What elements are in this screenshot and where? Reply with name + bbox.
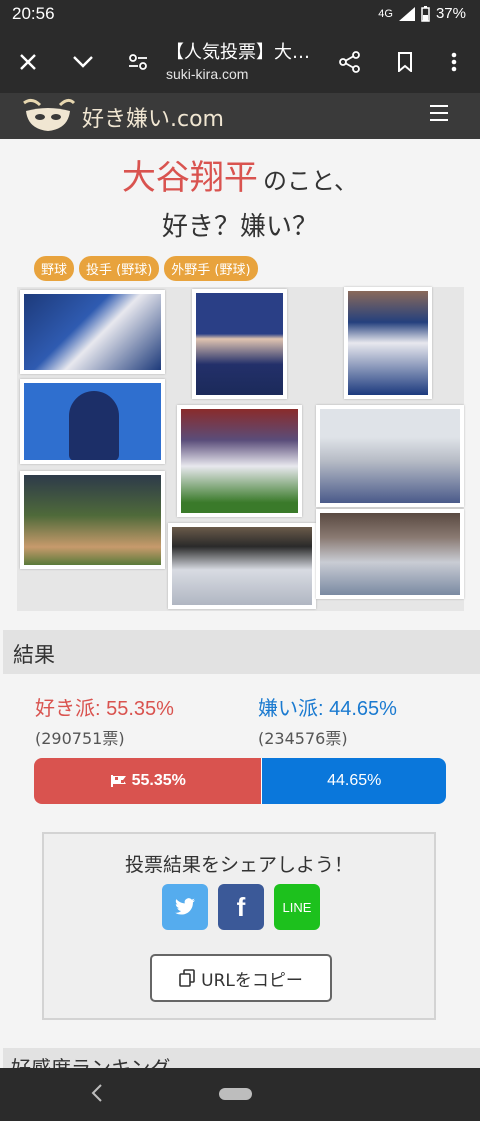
signal-icon <box>398 6 415 21</box>
like-bar: 55.35% <box>34 758 262 804</box>
network-label: 4G <box>378 7 393 20</box>
subject-suffix: のこと、 <box>263 167 359 195</box>
facebook-icon: f <box>236 891 246 922</box>
copy-url-button[interactable]: URLをコピー <box>150 954 332 1002</box>
close-icon[interactable] <box>12 46 44 78</box>
flag-icon <box>110 775 126 787</box>
dislike-bar-text: 44.65% <box>327 772 382 789</box>
headline: 大谷翔平 のこと、 <box>0 150 480 199</box>
like-votes: (290751票) <box>35 729 125 748</box>
gallery-photo[interactable] <box>316 405 464 507</box>
subject-name: 大谷翔平 <box>121 158 258 198</box>
gallery-photo[interactable] <box>192 289 287 399</box>
status-bar: 20:56 4G 37% <box>0 0 480 30</box>
mask-logo-icon[interactable] <box>18 97 78 135</box>
copy-url-label: URLをコピー <box>201 970 303 991</box>
share-icon[interactable] <box>334 46 366 78</box>
hamburger-menu-icon[interactable] <box>428 102 450 124</box>
battery-icon <box>421 5 430 22</box>
share-title: 投票結果をシェアしよう！ <box>124 854 353 876</box>
results-heading: 結果 <box>13 643 55 667</box>
status-time: 20:56 <box>12 4 55 23</box>
like-dislike-question: 好き？嫌い？ <box>161 212 318 242</box>
ranking-heading: 好感度ランキング <box>11 1056 171 1068</box>
tag-list: 野球 投手 (野球) 外野手 (野球) <box>34 256 258 281</box>
twitter-icon <box>175 898 195 915</box>
site-logo-text[interactable]: 好き嫌い.com <box>82 101 224 133</box>
page-url[interactable]: suki-kira.com <box>166 66 248 82</box>
page-title[interactable]: 【人気投票】大… <box>166 38 326 64</box>
gallery-photo[interactable] <box>316 509 464 599</box>
site-settings-icon[interactable] <box>122 46 154 78</box>
ranking-heading-bar: 好感度ランキング <box>3 1048 480 1068</box>
system-nav-bar <box>0 1068 480 1121</box>
line-share-button[interactable]: LINE <box>274 884 320 930</box>
copy-icon <box>179 969 195 987</box>
dislike-percentage: 嫌い派: 44.65% <box>258 698 397 720</box>
status-icons: 4G 37% <box>378 5 466 22</box>
results-heading-bar: 結果 <box>3 630 480 674</box>
browser-toolbar: 【人気投票】大… suki-kira.com <box>0 30 480 93</box>
back-icon[interactable] <box>90 1082 104 1104</box>
home-pill[interactable] <box>219 1088 252 1100</box>
gallery-photo[interactable] <box>168 523 316 609</box>
tag-pitcher[interactable]: 投手 (野球) <box>79 256 160 281</box>
gallery-photo[interactable] <box>20 379 165 464</box>
tag-outfielder[interactable]: 外野手 (野球) <box>164 256 258 281</box>
line-label: LINE <box>282 899 312 915</box>
share-box: 投票結果をシェアしよう！ f LINE URLをコピー <box>42 832 436 1020</box>
facebook-share-button[interactable]: f <box>218 884 264 930</box>
gallery-photo[interactable] <box>20 471 165 569</box>
gallery-photo[interactable] <box>344 287 432 399</box>
tag-baseball[interactable]: 野球 <box>34 256 75 281</box>
chevron-down-icon[interactable] <box>67 46 99 78</box>
bookmark-icon[interactable] <box>389 46 421 78</box>
vote-progress-bar: 55.35% 44.65% <box>34 758 446 804</box>
gallery-photo[interactable] <box>177 405 302 517</box>
twitter-share-button[interactable] <box>162 884 208 930</box>
dislike-votes: (234576票) <box>258 729 348 748</box>
dislike-bar: 44.65% <box>261 758 446 804</box>
like-bar-text: 55.35% <box>131 772 186 789</box>
site-header: 好き嫌い.com <box>0 93 480 139</box>
like-percentage: 好き派: 55.35% <box>35 698 174 720</box>
more-options-icon[interactable] <box>438 46 470 78</box>
photo-gallery <box>17 287 464 611</box>
gallery-photo[interactable] <box>20 290 165 374</box>
battery-level: 37% <box>435 5 466 22</box>
